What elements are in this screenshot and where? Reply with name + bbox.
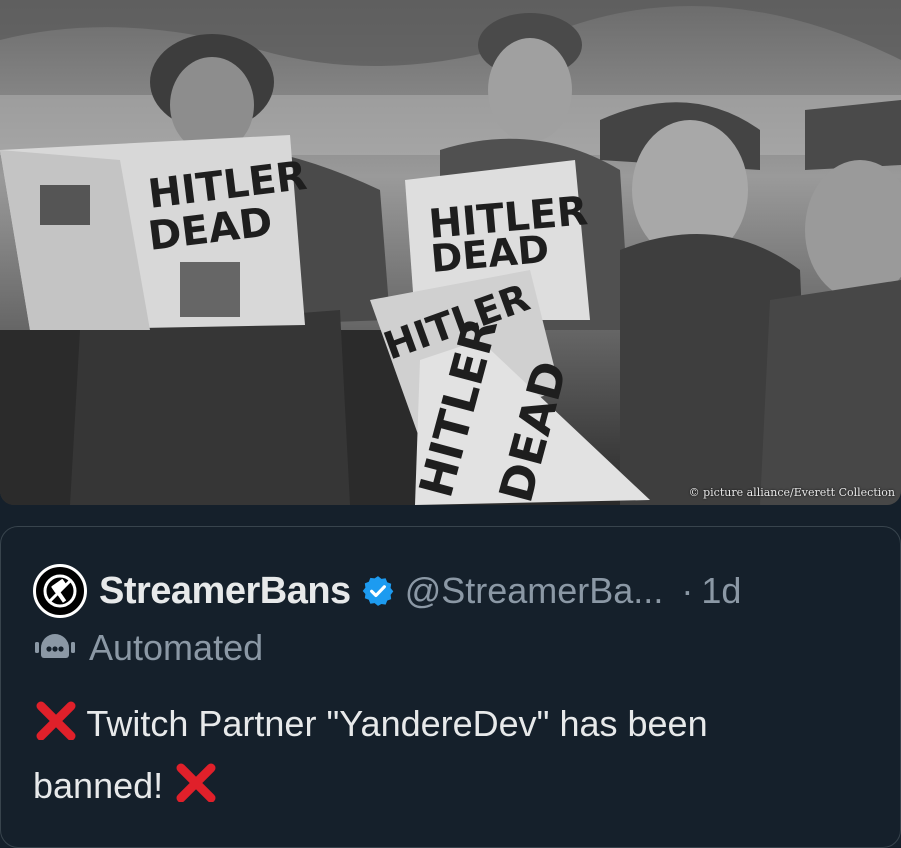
ban-hammer-icon (43, 574, 77, 608)
timestamp[interactable]: 1d (701, 570, 741, 612)
avatar[interactable] (33, 564, 87, 618)
robot-icon (35, 634, 75, 658)
photo-credit: © picture alliance/Everett Collection (688, 486, 895, 499)
automated-label[interactable]: Automated (33, 627, 263, 669)
tweet-text-part-1: Twitch Partner "YandereDev" has been (86, 703, 708, 744)
user-handle[interactable]: @StreamerBa... (405, 570, 664, 612)
dot-separator: · (681, 570, 694, 611)
display-name[interactable]: StreamerBans (99, 570, 351, 613)
quoted-tweet-card[interactable]: StreamerBans @StreamerBa... · 1d Automat… (0, 526, 901, 848)
photo-illustration: HITLER DEAD HITLER DEAD HITLER HITLER DE… (0, 0, 901, 505)
news-photo[interactable]: HITLER DEAD HITLER DEAD HITLER HITLER DE… (0, 0, 901, 505)
verified-badge-icon (361, 574, 395, 608)
tweet-header: StreamerBans @StreamerBa... · 1d (33, 563, 741, 619)
automated-text: Automated (89, 627, 264, 668)
tweet-text: Twitch Partner "YandereDev" has been ban… (33, 695, 873, 819)
cross-mark-icon (173, 761, 217, 819)
tweet-text-part-2: banned! (33, 765, 164, 806)
cross-mark-icon (33, 699, 77, 757)
